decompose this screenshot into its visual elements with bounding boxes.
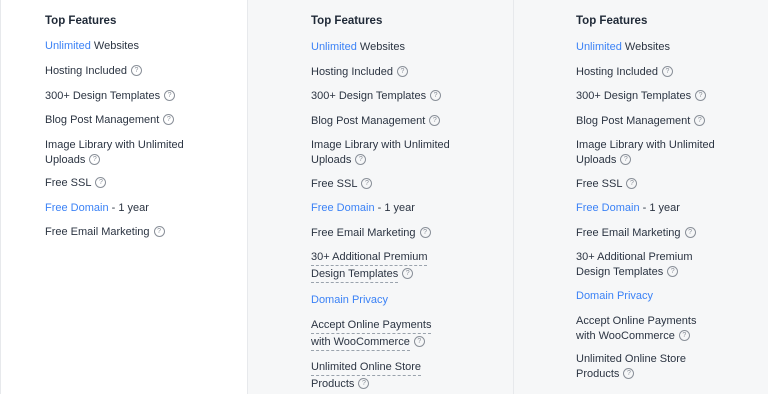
- feature-blog: Blog Post Management?: [576, 114, 706, 129]
- top-features-heading: Top Features: [45, 15, 117, 27]
- plan-column-1: Top Features Unlimited Websites Hosting …: [0, 0, 247, 394]
- domain-privacy-link[interactable]: Domain Privacy: [576, 290, 653, 302]
- help-icon[interactable]: ?: [429, 114, 441, 126]
- feature-online-payments: Accept Online Payments with WooCommerce?: [311, 318, 432, 351]
- help-icon[interactable]: ?: [164, 89, 176, 101]
- feature-premium-templates: 30+ Additional Premium Design Templates?: [311, 250, 428, 283]
- help-icon[interactable]: ?: [130, 64, 142, 76]
- feature-templates: 300+ Design Templates?: [576, 89, 707, 104]
- top-features-heading: Top Features: [576, 15, 648, 27]
- feature-hosting: Hosting Included?: [311, 65, 408, 80]
- feature-domain-privacy: Domain Privacy: [311, 293, 388, 308]
- feature-blog: Blog Post Management?: [311, 114, 441, 129]
- feature-free-domain: Free Domain - 1 year: [576, 202, 680, 214]
- feature-unlimited-websites: Unlimited Websites: [576, 41, 670, 53]
- feature-blog: Blog Post Management?: [45, 113, 175, 128]
- top-features-heading: Top Features: [311, 15, 383, 27]
- free-domain-link[interactable]: Free Domain: [311, 202, 375, 214]
- feature-email: Free Email Marketing?: [45, 225, 165, 240]
- help-icon[interactable]: ?: [95, 176, 107, 188]
- help-icon[interactable]: ?: [419, 226, 431, 238]
- help-icon[interactable]: ?: [430, 89, 442, 101]
- domain-privacy-link[interactable]: Domain Privacy: [311, 294, 388, 306]
- help-icon[interactable]: ?: [402, 267, 414, 279]
- feature-image-library: Image Library with Unlimited Uploads?: [311, 139, 450, 166]
- feature-hosting: Hosting Included?: [45, 64, 142, 79]
- feature-store-products: Unlimited Online Store Products?: [576, 353, 687, 380]
- help-icon[interactable]: ?: [358, 377, 370, 389]
- feature-online-payments: Accept Online Payments with WooCommerce?: [576, 315, 697, 342]
- unlimited-link[interactable]: Unlimited: [45, 40, 91, 52]
- free-domain-link[interactable]: Free Domain: [45, 202, 109, 214]
- unlimited-link[interactable]: Unlimited: [311, 41, 357, 53]
- feature-ssl: Free SSL?: [576, 177, 638, 192]
- free-domain-link[interactable]: Free Domain: [576, 202, 640, 214]
- feature-ssl: Free SSL?: [311, 177, 373, 192]
- help-icon[interactable]: ?: [667, 265, 679, 277]
- help-icon[interactable]: ?: [89, 153, 101, 165]
- feature-templates: 300+ Design Templates?: [45, 89, 176, 104]
- feature-store-products: Unlimited Online Store Products?: [311, 361, 422, 390]
- feature-free-domain: Free Domain - 1 year: [45, 202, 149, 214]
- help-icon[interactable]: ?: [355, 153, 367, 165]
- feature-ssl: Free SSL?: [45, 176, 107, 191]
- feature-email: Free Email Marketing?: [576, 226, 696, 241]
- feature-domain-privacy: Domain Privacy: [576, 289, 653, 304]
- help-icon[interactable]: ?: [396, 65, 408, 77]
- feature-premium-templates: 30+ Additional Premium Design Templates?: [576, 251, 693, 278]
- help-icon[interactable]: ?: [361, 177, 373, 189]
- feature-unlimited-websites: Unlimited Websites: [45, 40, 139, 52]
- help-icon[interactable]: ?: [153, 225, 165, 237]
- help-icon[interactable]: ?: [620, 153, 632, 165]
- help-icon[interactable]: ?: [684, 226, 696, 238]
- help-icon[interactable]: ?: [694, 114, 706, 126]
- feature-unlimited-websites: Unlimited Websites: [311, 41, 405, 53]
- help-icon[interactable]: ?: [626, 177, 638, 189]
- feature-image-library: Image Library with Unlimited Uploads?: [45, 139, 184, 166]
- feature-templates: 300+ Design Templates?: [311, 89, 442, 104]
- help-icon[interactable]: ?: [695, 89, 707, 101]
- help-icon[interactable]: ?: [678, 329, 690, 341]
- help-icon[interactable]: ?: [661, 65, 673, 77]
- feature-image-library: Image Library with Unlimited Uploads?: [576, 139, 715, 166]
- help-icon[interactable]: ?: [623, 367, 635, 379]
- plan-column-2: Top Features Unlimited Websites Hosting …: [247, 0, 513, 394]
- feature-free-domain: Free Domain - 1 year: [311, 202, 415, 214]
- plan-column-3: Top Features Unlimited Websites Hosting …: [513, 0, 768, 394]
- help-icon[interactable]: ?: [413, 335, 425, 347]
- feature-email: Free Email Marketing?: [311, 226, 431, 241]
- help-icon[interactable]: ?: [163, 113, 175, 125]
- feature-hosting: Hosting Included?: [576, 65, 673, 80]
- unlimited-link[interactable]: Unlimited: [576, 41, 622, 53]
